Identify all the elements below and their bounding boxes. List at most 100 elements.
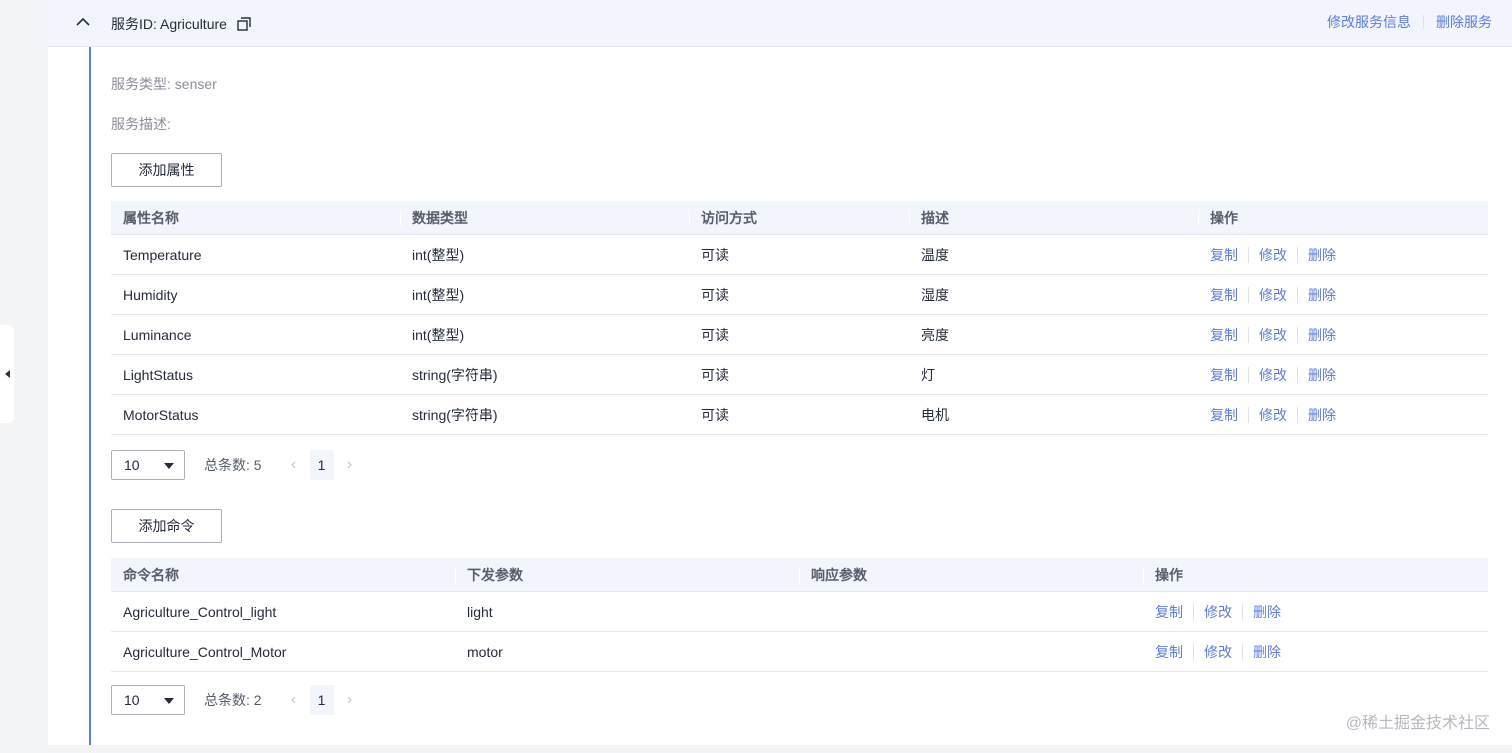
column-header: 操作 [1143, 558, 1488, 592]
service-description: 服务描述: [111, 116, 171, 132]
watermark: @稀土掘金技术社区 [1345, 715, 1490, 732]
row-actions: 复制 修改 删除 [1143, 592, 1488, 632]
caret-down-icon [164, 463, 174, 469]
service-panel: 服务ID: Agriculture 修改服务信息 删除服务 服务类型: sens… [48, 0, 1512, 745]
divider [1297, 327, 1298, 343]
header-actions: 修改服务信息 删除服务 [1327, 12, 1492, 32]
property-type: string(字符串) [412, 367, 498, 383]
edit-link[interactable]: 修改 [1259, 355, 1287, 395]
delete-link[interactable]: 删除 [1308, 275, 1336, 315]
copy-link[interactable]: 复制 [1210, 395, 1238, 435]
copy-link[interactable]: 复制 [1210, 315, 1238, 355]
sidebar-collapse-toggle[interactable] [0, 325, 14, 423]
divider [1193, 644, 1194, 660]
delete-link[interactable]: 删除 [1308, 235, 1336, 275]
property-access: 可读 [701, 367, 729, 383]
table-row: Humidity int(整型) 可读 湿度 复制 修改 删除 [111, 275, 1488, 315]
property-type: string(字符串) [412, 407, 498, 423]
delete-link[interactable]: 删除 [1308, 355, 1336, 395]
divider [1193, 604, 1194, 620]
page-number[interactable]: 1 [309, 685, 334, 715]
edit-link[interactable]: 修改 [1204, 592, 1232, 632]
copy-link[interactable]: 复制 [1210, 355, 1238, 395]
page-size-select[interactable]: 10 [111, 685, 185, 715]
divider [1242, 604, 1243, 620]
copy-link[interactable]: 复制 [1155, 592, 1183, 632]
service-title-row: 服务ID: Agriculture [111, 14, 251, 34]
divider [1248, 367, 1249, 383]
divider [1242, 644, 1243, 660]
page-size-select[interactable]: 10 [111, 450, 185, 480]
chevron-left-icon[interactable]: ‹ [284, 450, 304, 480]
delete-link[interactable]: 删除 [1308, 315, 1336, 355]
column-header[interactable]: 下发参数 [455, 558, 799, 592]
chevron-right-icon[interactable]: › [340, 450, 360, 480]
total-count: 总条数: 2 [204, 692, 262, 708]
column-header[interactable]: 数据类型 [400, 201, 689, 235]
property-name: MotorStatus [123, 407, 199, 423]
command-name: Agriculture_Control_light [123, 604, 277, 620]
caret-left-icon [4, 370, 10, 378]
edit-link[interactable]: 修改 [1204, 632, 1232, 672]
caret-down-icon [164, 698, 174, 704]
delete-link[interactable]: 删除 [1253, 632, 1281, 672]
table-row: LightStatus string(字符串) 可读 灯 复制 修改 删除 [111, 355, 1488, 395]
row-actions: 复制 修改 删除 [1143, 632, 1488, 672]
divider [1248, 287, 1249, 303]
command-response [799, 632, 1143, 672]
delete-service-link[interactable]: 删除服务 [1436, 12, 1492, 32]
copy-link[interactable]: 复制 [1155, 632, 1183, 672]
divider [1297, 287, 1298, 303]
divider [1248, 407, 1249, 423]
property-access: 可读 [701, 327, 729, 343]
service-header: 服务ID: Agriculture 修改服务信息 删除服务 [48, 0, 1512, 47]
command-name: Agriculture_Control_Motor [123, 644, 287, 660]
column-header: 操作 [1198, 201, 1488, 235]
command-params: light [467, 604, 493, 620]
chevron-left-icon[interactable]: ‹ [284, 685, 304, 715]
property-access: 可读 [701, 247, 729, 263]
commands-table: 命令名称 下发参数 响应参数 操作 Agriculture_Control_li… [111, 558, 1488, 672]
table-header: 属性名称 数据类型 访问方式 描述 操作 [111, 201, 1488, 235]
copy-icon[interactable] [237, 17, 251, 31]
column-header[interactable]: 命令名称 [111, 558, 455, 592]
command-response [799, 592, 1143, 632]
copy-link[interactable]: 复制 [1210, 235, 1238, 275]
edit-link[interactable]: 修改 [1259, 235, 1287, 275]
page-number[interactable]: 1 [309, 450, 334, 480]
edit-link[interactable]: 修改 [1259, 315, 1287, 355]
row-actions: 复制 修改 删除 [1198, 275, 1488, 315]
edit-link[interactable]: 修改 [1259, 275, 1287, 315]
edit-link[interactable]: 修改 [1259, 395, 1287, 435]
add-property-button[interactable]: 添加属性 [111, 153, 222, 187]
divider [1248, 247, 1249, 263]
property-desc: 灯 [921, 367, 935, 383]
page-size-value: 10 [124, 692, 140, 708]
command-params: motor [467, 644, 503, 660]
copy-link[interactable]: 复制 [1210, 275, 1238, 315]
table-row: MotorStatus string(字符串) 可读 电机 复制 修改 删除 [111, 395, 1488, 435]
property-name: Temperature [123, 247, 202, 263]
property-name: Luminance [123, 327, 192, 343]
column-header[interactable]: 访问方式 [689, 201, 909, 235]
property-name: Humidity [123, 287, 178, 303]
delete-link[interactable]: 删除 [1253, 592, 1281, 632]
property-desc: 亮度 [921, 327, 949, 343]
property-name: LightStatus [123, 367, 194, 383]
total-count: 总条数: 5 [204, 457, 262, 473]
delete-link[interactable]: 删除 [1308, 395, 1336, 435]
chevron-up-icon[interactable] [76, 15, 90, 29]
column-header[interactable]: 描述 [909, 201, 1198, 235]
add-command-button[interactable]: 添加命令 [111, 509, 222, 543]
divider [1297, 247, 1298, 263]
page-size-value: 10 [124, 457, 140, 473]
table-row: Luminance int(整型) 可读 亮度 复制 修改 删除 [111, 315, 1488, 355]
row-actions: 复制 修改 删除 [1198, 315, 1488, 355]
chevron-right-icon[interactable]: › [340, 685, 360, 715]
edit-service-link[interactable]: 修改服务信息 [1327, 12, 1411, 32]
commands-pagination: 10 总条数: 2 ‹ 1 › [111, 685, 360, 715]
property-desc: 电机 [921, 407, 949, 423]
column-header[interactable]: 响应参数 [799, 558, 1143, 592]
divider [1297, 367, 1298, 383]
column-header[interactable]: 属性名称 [111, 201, 400, 235]
